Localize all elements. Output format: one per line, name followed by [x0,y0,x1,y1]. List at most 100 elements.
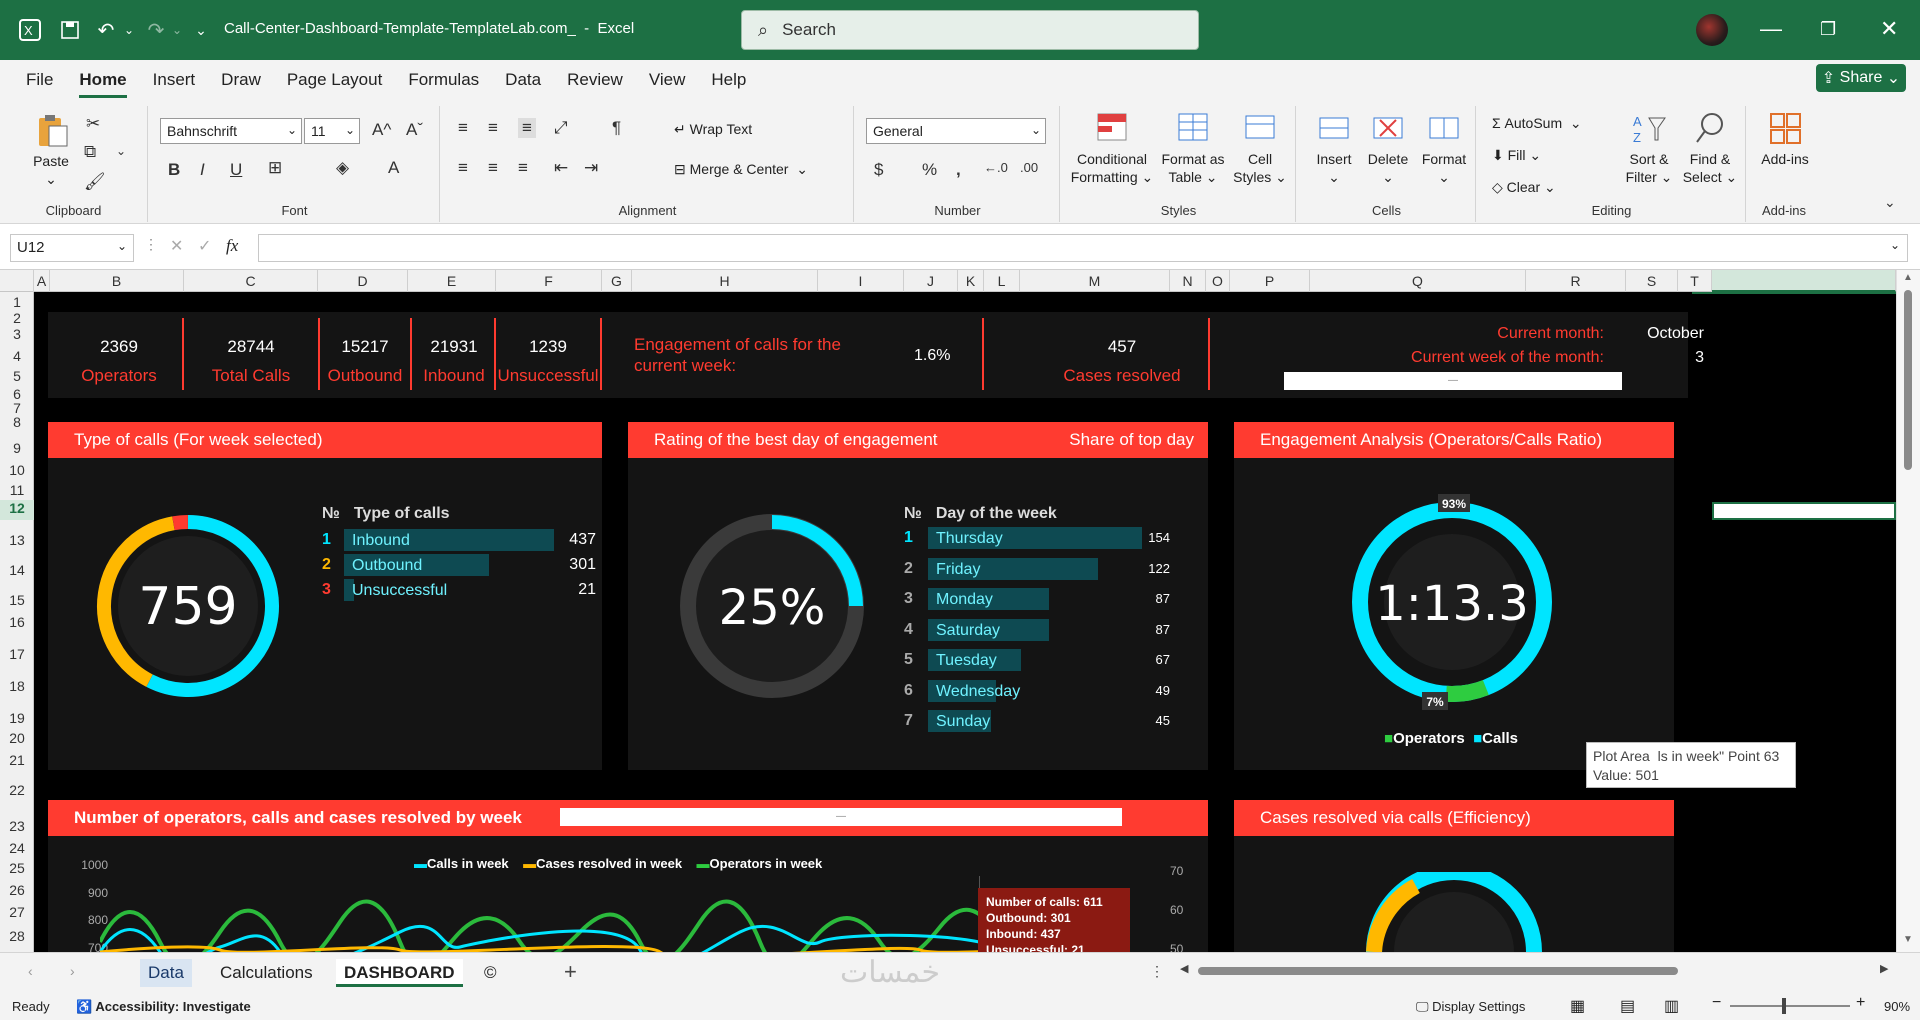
col-j[interactable]: J [904,270,958,292]
increase-decimal-icon[interactable]: ←.0 [984,160,1008,175]
trend-scrollbar[interactable]: — [560,808,1122,826]
percent-icon[interactable]: % [922,160,937,180]
row-header-selected[interactable]: 12 [0,500,34,520]
undo-dropdown-icon[interactable]: ⌄ [122,18,136,42]
row-header[interactable]: 10 [0,462,34,478]
copy-dropdown-icon[interactable]: ⌄ [116,144,126,158]
row-header[interactable]: 1 [0,294,34,310]
addins-button[interactable]: Add-ins [1756,110,1814,168]
col-r[interactable]: R [1526,270,1626,292]
row-header[interactable]: 18 [0,678,34,694]
more-icon[interactable]: ⋮ [144,236,158,253]
zoom-out-icon[interactable]: − [1712,994,1721,1012]
row-header[interactable]: 23 [0,818,34,834]
delete-cells-button[interactable]: Delete ⌄ [1362,110,1414,186]
font-color-icon[interactable]: A [388,158,399,178]
scroll-right-icon[interactable]: ▶ [1880,962,1888,975]
col-n[interactable]: N [1170,270,1206,292]
paste-button[interactable]: Paste ⌄ [28,112,74,188]
row-header[interactable]: 24 [0,840,34,856]
underline-icon[interactable]: U [230,160,242,180]
zoom-slider-thumb[interactable] [1782,998,1786,1014]
decrease-font-icon[interactable]: Aˇ [406,120,423,140]
align-middle-icon[interactable]: ≡ [488,118,498,138]
sheet-tab-data[interactable]: Data [140,959,192,987]
redo-icon[interactable]: ↷ [144,18,168,42]
cancel-icon[interactable]: ✕ [170,236,183,256]
sort-filter-button[interactable]: AZ Sort & Filter ⌄ [1620,110,1678,186]
scroll-up-icon[interactable]: ▲ [1903,272,1913,283]
row-header[interactable]: 11 [0,482,34,498]
fill-button[interactable]: ⬇ Fill ⌄ [1492,146,1541,164]
align-center-icon[interactable]: ≡ [488,158,498,178]
row-header[interactable]: 13 [0,532,34,548]
tab-page-layout[interactable]: Page Layout [287,66,382,94]
font-size-combo[interactable]: 11 ⌄ [304,118,360,144]
zoom-in-icon[interactable]: + [1856,994,1865,1012]
col-h[interactable]: H [632,270,818,292]
sheet-tab-copyright[interactable]: © [476,959,505,987]
scroll-down-icon[interactable]: ▼ [1903,934,1913,945]
next-sheet-icon[interactable]: › [70,963,75,979]
number-format-combo[interactable]: General ⌄ [866,118,1046,144]
page-layout-icon[interactable]: ▤ [1620,996,1635,1016]
minimize-icon[interactable]: — [1760,16,1782,42]
tab-home[interactable]: Home [79,66,127,98]
share-button[interactable]: ⇪ Share ⌄ [1816,64,1906,92]
horizontal-scrollbar[interactable]: ◀ ▶ [1176,960,1896,982]
align-right-icon[interactable]: ≡ [518,158,528,178]
cut-icon[interactable]: ✂ [86,114,100,134]
row-header[interactable]: 19 [0,710,34,726]
name-box[interactable]: U12 ⌄ [10,234,134,262]
scroll-left-icon[interactable]: ◀ [1180,962,1188,975]
col-t[interactable]: T [1678,270,1712,292]
col-k[interactable]: K [958,270,984,292]
zoom-slider[interactable] [1730,1005,1850,1007]
row-header[interactable]: 5 [0,368,34,384]
week-scrollbar[interactable]: — [1284,372,1622,390]
col-l[interactable]: L [984,270,1020,292]
cell-styles-button[interactable]: Cell Styles ⌄ [1230,110,1290,186]
selected-cell[interactable] [1712,502,1896,520]
sheet-tab-dashboard[interactable]: DASHBOARD [336,959,463,987]
copy-icon[interactable]: ⧉ [84,142,96,162]
row-header[interactable]: 9 [0,440,34,456]
col-d[interactable]: D [318,270,408,292]
display-settings[interactable]: 🖵 Display Settings [1416,999,1525,1015]
conditional-formatting-button[interactable]: Conditional Formatting ⌄ [1068,110,1156,186]
accessibility-status[interactable]: ♿ Accessibility: Investigate [76,999,251,1015]
save-icon[interactable] [58,18,82,42]
row-header[interactable]: 3 [0,326,34,342]
row-header[interactable]: 17 [0,646,34,662]
decrease-decimal-icon[interactable]: .00 [1020,160,1038,175]
col-o[interactable]: O [1206,270,1230,292]
insert-cells-button[interactable]: Insert ⌄ [1308,110,1360,186]
row-header[interactable]: 22 [0,782,34,798]
col-u[interactable] [1712,270,1896,292]
row-header[interactable]: 4 [0,348,34,364]
more-sheets-icon[interactable]: ⋮ [1150,963,1164,980]
row-header[interactable]: 27 [0,904,34,920]
row-header[interactable]: 26 [0,882,34,898]
col-m[interactable]: M [1020,270,1170,292]
text-direction-icon[interactable]: ¶ [612,118,621,138]
col-g[interactable]: G [602,270,632,292]
undo-icon[interactable]: ↶ [94,18,118,42]
col-q[interactable]: Q [1310,270,1526,292]
col-e[interactable]: E [408,270,496,292]
col-a[interactable]: A [34,270,50,292]
select-all-corner[interactable] [0,270,34,292]
enter-icon[interactable]: ✓ [198,236,211,256]
vertical-scrollbar[interactable]: ▲ ▼ [1896,270,1920,952]
dashboard-canvas[interactable]: 2369 Operators 28744 Total Calls 15217 Outb… [34,292,1896,952]
comma-icon[interactable]: , [956,160,961,180]
tab-review[interactable]: Review [567,66,623,94]
row-header[interactable]: 2 [0,310,34,326]
col-b[interactable]: B [50,270,184,292]
row-header[interactable]: 28 [0,928,34,944]
row-header[interactable]: 20 [0,730,34,746]
tab-data[interactable]: Data [505,66,541,94]
italic-icon[interactable]: I [200,160,205,180]
search-box[interactable]: ⌕ Search [741,10,1199,50]
tab-help[interactable]: Help [711,66,746,94]
